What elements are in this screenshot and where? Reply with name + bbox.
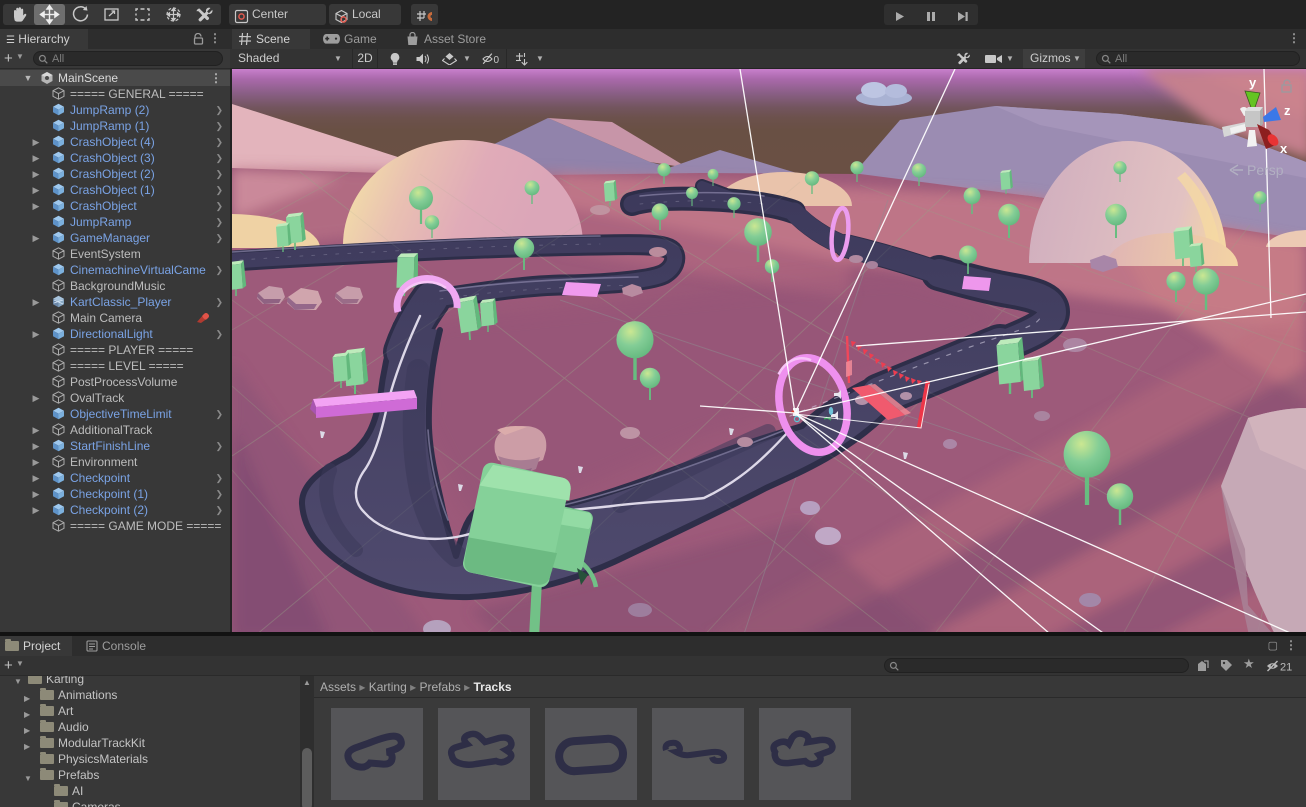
svg-text:21: 21 [1280,662,1292,673]
svg-text:x: x [1280,141,1288,156]
svg-text:0: 0 [494,55,500,65]
svg-text:z: z [1284,103,1291,118]
svg-text:y: y [1249,75,1257,90]
svg-text:Persp: Persp [1247,162,1284,178]
